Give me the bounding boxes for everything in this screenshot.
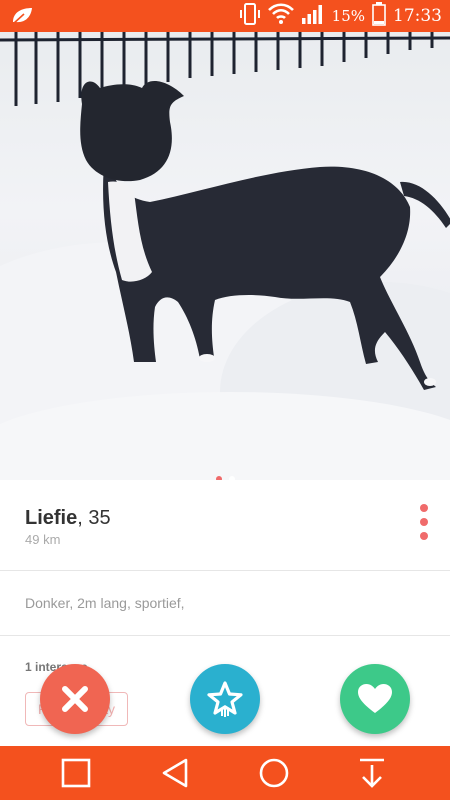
battery-percent: 15% xyxy=(331,7,365,25)
heart-icon xyxy=(358,684,392,713)
navigation-bar xyxy=(0,746,450,800)
bio-text: Donker, 2m lang, sportief, xyxy=(25,595,185,611)
battery-icon xyxy=(372,1,386,31)
wifi-icon xyxy=(267,2,294,30)
dog-in-snow-photo xyxy=(0,32,450,480)
profile-distance: 49 km xyxy=(25,532,61,547)
profile-age: , 35 xyxy=(77,507,111,529)
name-age: Liefie, 35 xyxy=(25,507,111,530)
super-like-button[interactable] xyxy=(190,664,260,734)
clock: 17:33 xyxy=(393,6,442,26)
home-icon[interactable] xyxy=(258,757,290,789)
phone-vibrate-icon xyxy=(239,2,261,31)
close-icon xyxy=(62,686,88,712)
recent-apps-icon[interactable] xyxy=(60,757,92,789)
profile-name: Liefie xyxy=(25,507,78,529)
like-button[interactable] xyxy=(340,664,410,734)
profile-header: Liefie, 35 49 km xyxy=(0,480,450,571)
bio-section: Donker, 2m lang, sportief, xyxy=(0,571,450,636)
leaf-icon xyxy=(10,6,34,31)
signal-icon xyxy=(301,3,325,30)
back-icon[interactable] xyxy=(160,757,192,789)
nope-button[interactable] xyxy=(40,664,110,734)
profile-photo[interactable] xyxy=(0,32,450,480)
status-bar: 15% 17:33 xyxy=(0,0,450,32)
star-icon xyxy=(207,681,243,717)
status-icons: 15% 17:33 xyxy=(239,0,442,32)
more-options-icon[interactable] xyxy=(418,504,430,540)
notifications-down-icon[interactable] xyxy=(356,757,388,789)
